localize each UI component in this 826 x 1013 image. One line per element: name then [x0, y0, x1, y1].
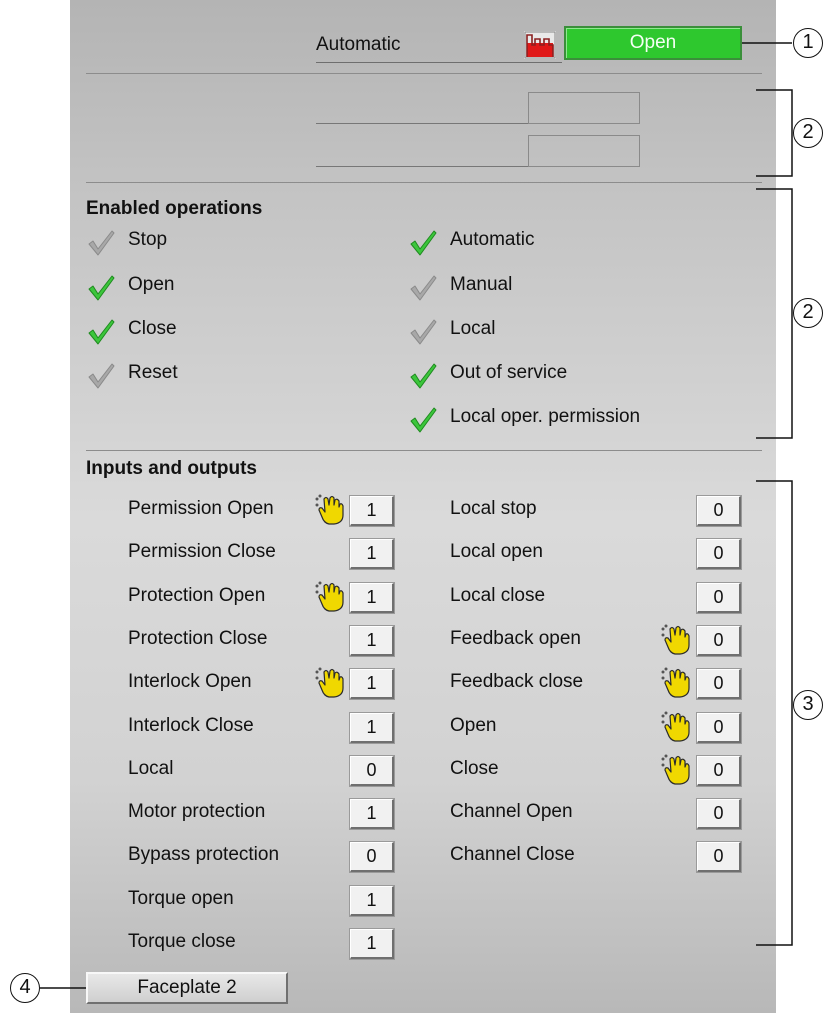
callout-2a: 2: [793, 118, 823, 148]
callout-2b: 2: [793, 298, 823, 328]
callout-1: 1: [793, 28, 823, 58]
callout-4: 4: [10, 973, 40, 1003]
callout-lines: [40, 42, 793, 989]
callout-3: 3: [793, 690, 823, 720]
